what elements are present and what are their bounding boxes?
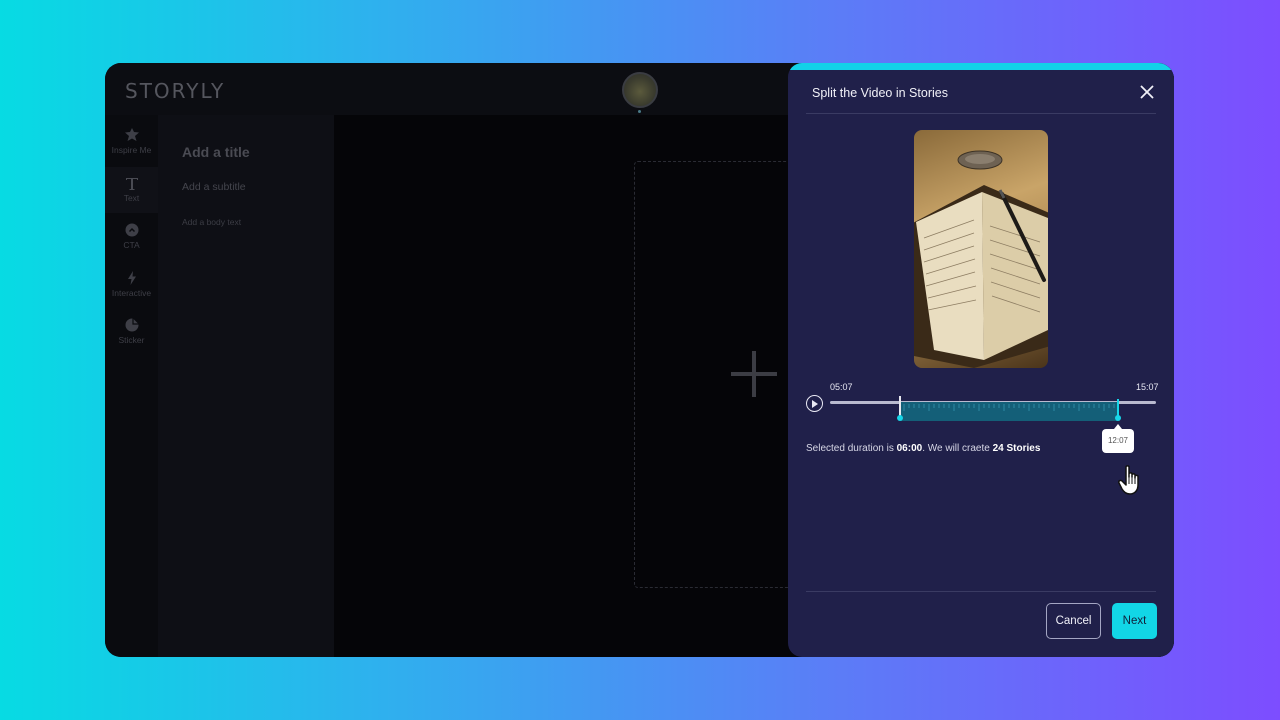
avatar[interactable] — [622, 72, 658, 108]
video-thumbnail — [914, 130, 1048, 368]
header-divider — [806, 113, 1156, 114]
split-video-modal: Split the Video in Stories 05:07 15:07 1… — [788, 63, 1174, 657]
summary-prefix: Selected duration is — [806, 443, 897, 454]
cancel-button[interactable]: Cancel — [1046, 603, 1101, 639]
modal-title: Split the Video in Stories — [812, 86, 948, 100]
star-burst-icon — [124, 128, 139, 141]
timeline-ticks — [903, 404, 1115, 411]
add-body-text-option[interactable]: Add a body text — [182, 217, 241, 227]
add-media-plus-icon-vertical — [752, 351, 756, 397]
play-button[interactable] — [806, 395, 823, 412]
summary-middle: . We will craete — [922, 443, 993, 454]
timeline-start-time: 05:07 — [830, 382, 853, 392]
selection-start-knob[interactable] — [897, 415, 903, 421]
tool-label: Sticker — [118, 335, 145, 345]
tool-rail: Inspire Me Text CTA Interactive Sticker — [105, 115, 158, 657]
tool-text[interactable]: Text — [105, 167, 158, 213]
summary-story-count: 24 Stories — [992, 443, 1041, 454]
timeline-end-time: 15:07 — [1136, 382, 1159, 392]
tool-interactive[interactable]: Interactive — [105, 262, 158, 308]
lightning-icon — [127, 271, 136, 285]
sticker-icon — [125, 318, 138, 332]
hand-pointer-icon — [1118, 465, 1139, 495]
playhead-time-tooltip: 12:07 — [1102, 424, 1134, 453]
cta-circle-icon — [125, 223, 138, 237]
storyly-logo: STORYLY — [125, 79, 226, 103]
close-icon[interactable] — [1138, 83, 1156, 101]
add-subtitle-option[interactable]: Add a subtitle — [182, 181, 246, 193]
notebook-illustration — [914, 150, 1048, 368]
selection-end-knob[interactable] — [1115, 415, 1121, 421]
selection-summary: Selected duration is 06:00. We will crae… — [806, 443, 1040, 454]
summary-duration: 06:00 — [896, 443, 923, 454]
text-t-icon — [125, 178, 138, 190]
next-button[interactable]: Next — [1112, 603, 1157, 639]
tool-cta[interactable]: CTA — [105, 214, 158, 260]
avatar-indicator — [638, 110, 641, 113]
play-icon — [812, 399, 818, 408]
tool-sticker[interactable]: Sticker — [105, 309, 158, 355]
tool-label: CTA — [123, 240, 140, 250]
tool-label: Inspire Me — [111, 145, 152, 155]
tool-inspire-me[interactable]: Inspire Me — [105, 119, 158, 165]
tool-label: Interactive — [111, 288, 152, 298]
tool-label: Text — [123, 193, 140, 203]
add-title-option[interactable]: Add a title — [182, 144, 250, 160]
modal-accent-bar — [788, 63, 1174, 70]
footer-divider — [806, 591, 1156, 592]
text-panel: Add a title Add a subtitle Add a body te… — [158, 115, 334, 657]
